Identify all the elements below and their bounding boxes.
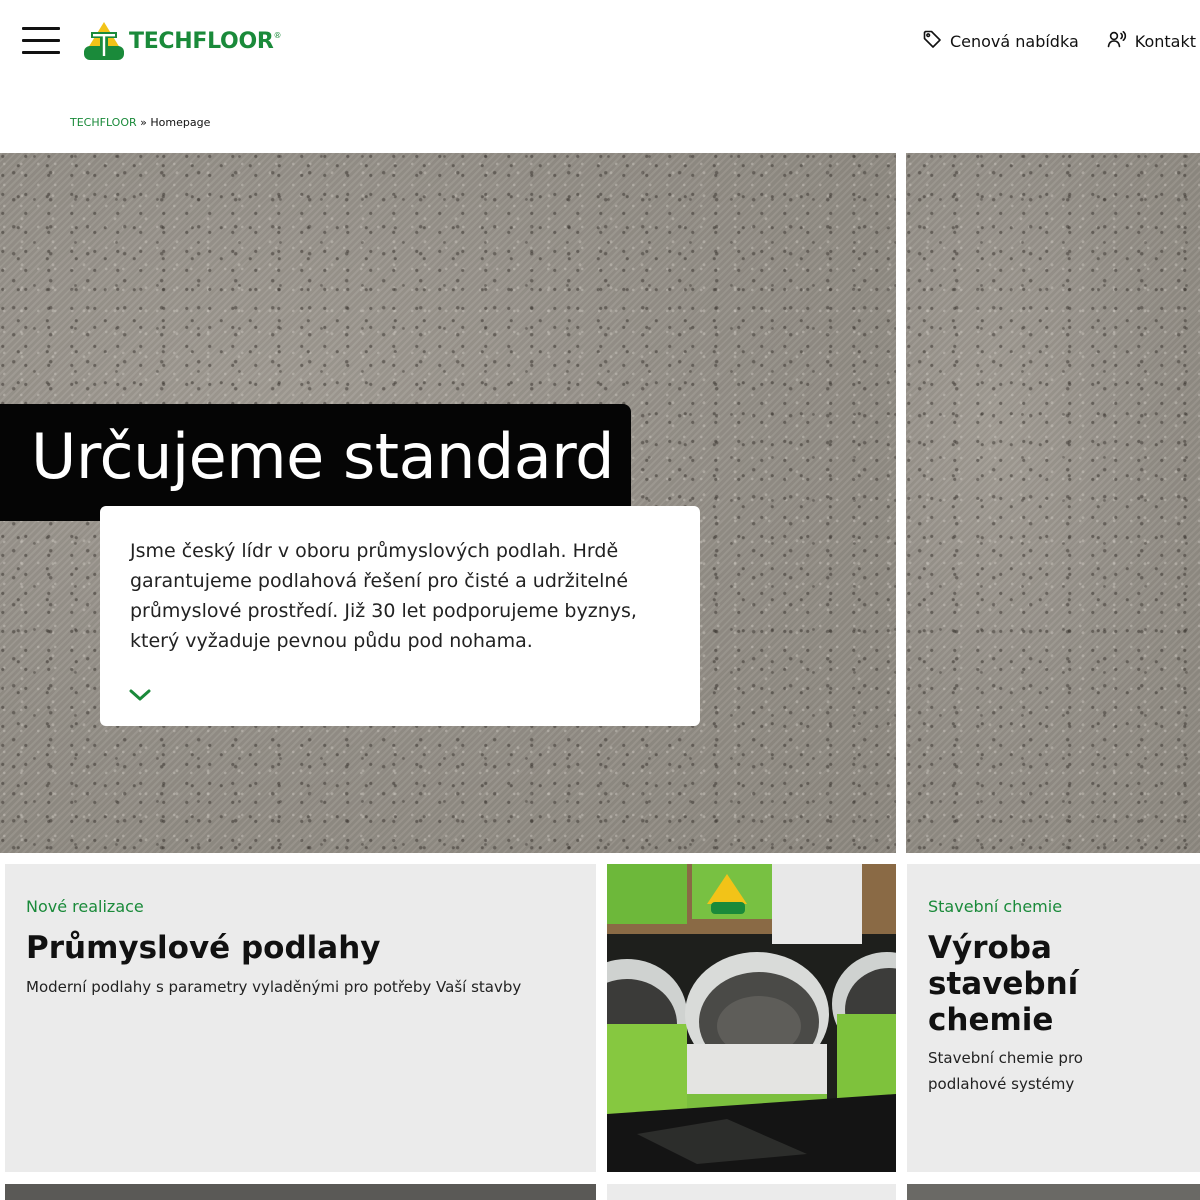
logo-registered-mark: ® [273,30,282,40]
card-next-row-photo-left[interactable] [5,1184,596,1200]
tag-icon [922,29,942,53]
breadcrumb-separator: » [140,116,147,129]
breadcrumb: TECHFLOOR » Homepage [70,116,210,129]
hero-side-image [906,153,1200,853]
card-photo-paint-buckets[interactable] [607,864,896,1172]
nav-contact-label: Kontakt [1134,31,1196,51]
card-description: Stavební chemie pro podlahové systémy [928,1049,1083,1093]
techfloor-logo-mark [82,20,126,62]
card-title: Výroba stavební chemie [928,930,1079,1038]
chevron-down-icon[interactable] [128,684,152,704]
card-next-row-photo-right[interactable] [907,1184,1200,1200]
header-nav: Cenová nabídka Kontakt [922,28,1196,54]
breadcrumb-root-link[interactable]: TECHFLOOR [70,116,137,129]
hero-title: Určujeme standard [31,420,615,493]
menu-icon[interactable] [22,27,60,55]
nav-price-quote-label: Cenová nabídka [949,31,1079,51]
site-header: TECHFLOOR ® Cenová nabídka Kontakt [0,0,1200,82]
hero-intro-card: Jsme český lídr v oboru průmyslových pod… [100,506,700,726]
techfloor-logo[interactable]: TECHFLOOR ® [82,20,282,62]
card-industrial-floors[interactable]: Nové realizace Průmyslové podlahy Modern… [5,864,596,1172]
card-construction-chemistry[interactable]: Stavební chemie Výroba stavební chemie S… [907,864,1200,1172]
logo-text: TECHFLOOR [129,28,274,54]
card-kicker: Stavební chemie [928,897,1063,916]
hero-side-concrete-background [906,153,1200,853]
card-kicker: Nové realizace [26,897,144,916]
paint-buckets-photo [607,864,896,1172]
card-description: Moderní podlahy s parametry vyladěnými p… [26,978,522,996]
breadcrumb-current: Homepage [150,116,211,129]
hero-intro-text: Jsme český lídr v oboru průmyslových pod… [130,540,637,652]
nav-contact[interactable]: Kontakt [1107,29,1196,53]
card-title: Průmyslové podlahy [26,930,381,966]
contact-person-icon [1107,29,1127,53]
nav-price-quote[interactable]: Cenová nabídka [922,29,1079,53]
card-next-row-grey[interactable] [607,1184,896,1200]
